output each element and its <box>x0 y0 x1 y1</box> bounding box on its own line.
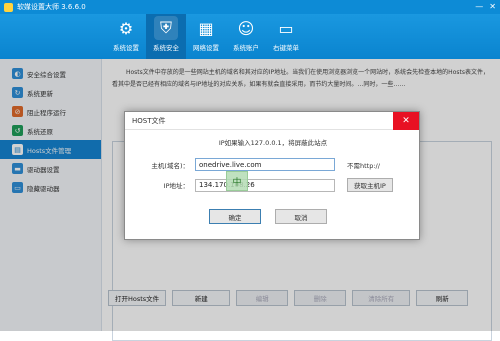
monitor-gear-icon: ⚙ <box>118 18 134 38</box>
minimize-icon[interactable]: — <box>475 2 483 11</box>
toolbar-label: 右键菜单 <box>273 44 299 52</box>
host-row: 主机(域名)： onedrive.live.com 不需http:// <box>139 158 380 171</box>
toolbar-system-accounts[interactable]: ☺ 系统账户 <box>226 14 266 59</box>
title-bar: 软媒设置大师 3.6.6.0 — ✕ <box>0 0 500 14</box>
toolbar-system-security[interactable]: ⛨ 系统安全 <box>146 14 186 59</box>
toolbar-label: 系统账户 <box>233 44 259 52</box>
dialog-title: HOST文件 <box>125 112 419 130</box>
user-icon: ☺ <box>237 18 255 38</box>
toolbar-system-settings[interactable]: ⚙ 系统设置 <box>106 14 146 59</box>
close-icon[interactable]: ✕ <box>489 2 496 11</box>
cancel-button[interactable]: 取消 <box>275 209 327 224</box>
toolbar-label: 系统安全 <box>153 44 179 52</box>
window-title: 软媒设置大师 3.6.6.0 <box>17 3 86 11</box>
host-dialog: HOST文件 ✕ IP如果输入127.0.0.1，将屏蔽此站点 主机(域名)： … <box>124 111 420 240</box>
ok-button[interactable]: 确定 <box>209 209 261 224</box>
close-icon[interactable]: ✕ <box>393 112 419 130</box>
host-input[interactable]: onedrive.live.com <box>195 158 335 171</box>
host-label: 主机(域名)： <box>151 161 189 170</box>
ip-row: IP地址： 134.170.108.26 获取主机IP <box>139 178 393 192</box>
mouse-icon: ▭ <box>278 18 294 38</box>
toolbar-label: 系统设置 <box>113 44 139 52</box>
toolbar-label: 网络设置 <box>193 44 219 52</box>
ime-indicator: 中 <box>226 171 248 191</box>
toolbar-network-settings[interactable]: ▦ 网络设置 <box>186 14 226 59</box>
shield-icon: ⛨ <box>154 16 178 40</box>
get-host-ip-button[interactable]: 获取主机IP <box>347 178 393 192</box>
ip-label: IP地址： <box>163 182 189 190</box>
network-icon: ▦ <box>198 18 214 38</box>
host-note: 不需http:// <box>347 161 380 170</box>
window-controls: — ✕ <box>475 2 496 11</box>
main-toolbar: ⚙ 系统设置 ⛨ 系统安全 ▦ 网络设置 ☺ 系统账户 ▭ 右键菜单 <box>0 14 500 59</box>
ip-input[interactable]: 134.170.108.26 <box>195 178 335 192</box>
toolbar-context-menu[interactable]: ▭ 右键菜单 <box>266 14 306 59</box>
dialog-hint: IP如果输入127.0.0.1，将屏蔽此站点 <box>218 139 328 147</box>
app-logo-icon <box>4 2 13 12</box>
